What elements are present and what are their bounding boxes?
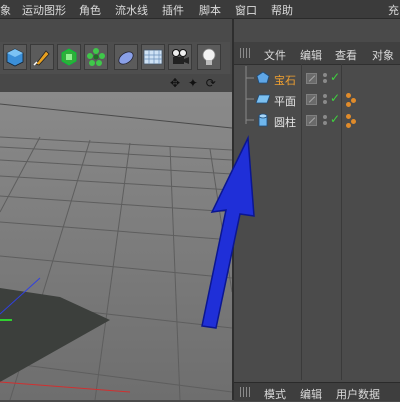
annotation-arrow bbox=[201, 135, 255, 329]
